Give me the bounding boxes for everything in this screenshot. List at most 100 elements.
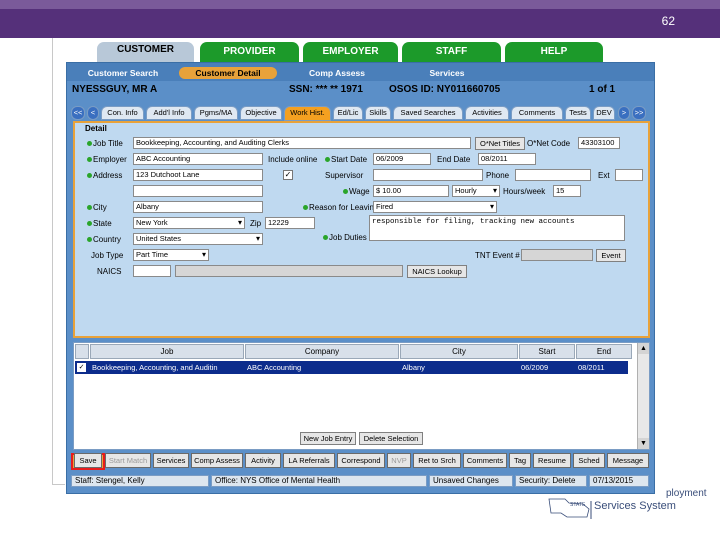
job-title-label: Job Title bbox=[87, 139, 123, 148]
la-referrals-button[interactable]: LA Referrals bbox=[283, 453, 335, 468]
slide-header-bar: 62 bbox=[0, 0, 720, 38]
tab-objective[interactable]: Objective bbox=[240, 106, 282, 120]
city-field[interactable]: Albany bbox=[133, 201, 263, 213]
tab-comments[interactable]: Comments bbox=[511, 106, 563, 120]
save-button[interactable]: Save bbox=[74, 453, 102, 468]
zip-label: Zip bbox=[250, 219, 262, 228]
tab-skills[interactable]: Skills bbox=[365, 106, 391, 120]
status-unsaved: Unsaved Changes bbox=[429, 475, 513, 487]
phone-field[interactable] bbox=[515, 169, 591, 181]
sub-navigation: Customer Search Customer Detail Comp Ass… bbox=[67, 63, 654, 81]
main-tab-customer[interactable]: CUSTOMER bbox=[97, 42, 194, 62]
main-tab-staff[interactable]: STAFF bbox=[402, 42, 501, 62]
tab-next-arrow[interactable]: > bbox=[618, 106, 630, 120]
activity-button[interactable]: Activity bbox=[245, 453, 281, 468]
customer-name: NYESSGUY, MR A bbox=[72, 84, 158, 95]
grid-header-job[interactable]: Job bbox=[90, 344, 244, 359]
supervisor-field[interactable] bbox=[373, 169, 483, 181]
message-button[interactable]: Message bbox=[607, 453, 649, 468]
main-tab-provider[interactable]: PROVIDER bbox=[200, 42, 299, 62]
address-line2-field[interactable] bbox=[133, 185, 263, 197]
tnt-event-field[interactable] bbox=[521, 249, 593, 261]
grid-header-start[interactable]: Start bbox=[519, 344, 575, 359]
main-tab-employer[interactable]: EMPLOYER bbox=[303, 42, 398, 62]
tab-dev[interactable]: DEV bbox=[593, 106, 615, 120]
detail-legend: Detail bbox=[85, 124, 107, 133]
required-indicator-icon bbox=[87, 221, 92, 227]
start-match-button[interactable]: Start Match bbox=[105, 453, 151, 468]
services-button[interactable]: Services bbox=[153, 453, 189, 468]
brand-employment-text: ployment bbox=[666, 488, 707, 499]
job-duties-textarea[interactable]: responsible for filing, tracking new acc… bbox=[369, 215, 625, 241]
tag-button[interactable]: Tag bbox=[509, 453, 531, 468]
required-indicator-icon bbox=[323, 235, 328, 241]
correspond-button[interactable]: Correspond bbox=[337, 453, 385, 468]
grid-header-end[interactable]: End bbox=[576, 344, 632, 359]
comments-button[interactable]: Comments bbox=[463, 453, 507, 468]
tab-work-hist[interactable]: Work Hist. bbox=[284, 106, 331, 121]
subnav-services[interactable]: Services bbox=[407, 67, 487, 79]
naics-lookup-button[interactable]: NAICS Lookup bbox=[407, 265, 467, 278]
tab-first-arrow[interactable]: << bbox=[71, 106, 85, 120]
wage-unit-select[interactable]: Hourly bbox=[452, 185, 500, 197]
resume-button[interactable]: Resume bbox=[533, 453, 571, 468]
end-date-field[interactable]: 08/2011 bbox=[478, 153, 536, 165]
reason-for-leaving-select[interactable]: Fired bbox=[373, 201, 497, 213]
tab-con-info[interactable]: Con. Info bbox=[101, 106, 144, 120]
required-indicator-icon bbox=[87, 141, 92, 147]
new-job-entry-button[interactable]: New Job Entry bbox=[300, 432, 356, 445]
event-button[interactable]: Event bbox=[596, 249, 626, 262]
ret-to-srch-button[interactable]: Ret to Srch bbox=[413, 453, 461, 468]
tab-prev-arrow[interactable]: < bbox=[87, 106, 99, 120]
sched-button[interactable]: Sched bbox=[573, 453, 605, 468]
job-type-label: Job Type bbox=[91, 251, 124, 260]
naics-title-field bbox=[175, 265, 403, 277]
tab-pgms-ma[interactable]: Pgms/MA bbox=[194, 106, 238, 120]
tab-saved-searches[interactable]: Saved Searches bbox=[393, 106, 463, 120]
onet-titles-button[interactable]: O*Net Titles bbox=[475, 137, 525, 150]
start-date-field[interactable]: 06/2009 bbox=[373, 153, 431, 165]
grid-header-company[interactable]: Company bbox=[245, 344, 399, 359]
ext-label: Ext bbox=[598, 171, 610, 180]
main-tab-help[interactable]: HELP bbox=[505, 42, 603, 62]
reason-for-leaving-label: Reason for Leaving bbox=[303, 203, 378, 212]
status-staff: Staff: Stengel, Kelly bbox=[71, 475, 209, 487]
naics-code-field[interactable] bbox=[133, 265, 171, 277]
tab-tests[interactable]: Tests bbox=[565, 106, 591, 120]
state-select[interactable]: New York bbox=[133, 217, 245, 229]
include-online-checkbox[interactable]: ✓ bbox=[283, 170, 293, 180]
row-checkbox[interactable]: ✓ bbox=[77, 363, 86, 372]
tab-activities[interactable]: Activities bbox=[465, 106, 509, 120]
nvp-button[interactable]: NVP bbox=[387, 453, 411, 468]
zip-field[interactable]: 12229 bbox=[265, 217, 315, 229]
comp-assess-button[interactable]: Comp Assess bbox=[191, 453, 243, 468]
customer-osos-id: OSOS ID: NY011660705 bbox=[389, 84, 501, 95]
subnav-comp-assess[interactable]: Comp Assess bbox=[292, 67, 382, 79]
address-line1-field[interactable]: 123 Dutchoot Lane bbox=[133, 169, 263, 181]
job-title-field[interactable]: Bookkeeping, Accounting, and Auditing Cl… bbox=[133, 137, 471, 149]
scroll-up-icon[interactable]: ▲ bbox=[638, 343, 649, 354]
grid-scrollbar[interactable]: ▲ ▼ bbox=[637, 343, 649, 449]
ext-field[interactable] bbox=[615, 169, 643, 181]
job-type-select[interactable]: Part Time bbox=[133, 249, 209, 261]
wage-field[interactable]: $ 10.00 bbox=[373, 185, 449, 197]
delete-selection-button[interactable]: Delete Selection bbox=[359, 432, 423, 445]
tab-last-arrow[interactable]: >> bbox=[632, 106, 646, 120]
required-indicator-icon bbox=[87, 205, 92, 211]
row-city: Albany bbox=[402, 363, 425, 372]
hours-week-field[interactable]: 15 bbox=[553, 185, 581, 197]
country-select[interactable]: United States bbox=[133, 233, 263, 245]
table-row[interactable]: ✓ Bookkeeping, Accounting, and Auditin A… bbox=[75, 361, 628, 374]
naics-label: NAICS bbox=[97, 267, 122, 276]
onet-code-field[interactable]: 43303100 bbox=[578, 137, 620, 149]
scroll-down-icon[interactable]: ▼ bbox=[638, 438, 649, 449]
subnav-customer-search[interactable]: Customer Search bbox=[75, 67, 171, 79]
employer-field[interactable]: ABC Accounting bbox=[133, 153, 263, 165]
job-duties-label: Job Duties bbox=[323, 233, 367, 242]
tab-ed-lic[interactable]: Ed/Lic bbox=[333, 106, 363, 120]
subnav-customer-detail[interactable]: Customer Detail bbox=[179, 67, 277, 79]
include-online-label: Include online bbox=[268, 155, 318, 164]
tab-addl-info[interactable]: Add'l Info bbox=[146, 106, 192, 120]
wage-label: Wage bbox=[343, 187, 370, 196]
grid-header-city[interactable]: City bbox=[400, 344, 518, 359]
